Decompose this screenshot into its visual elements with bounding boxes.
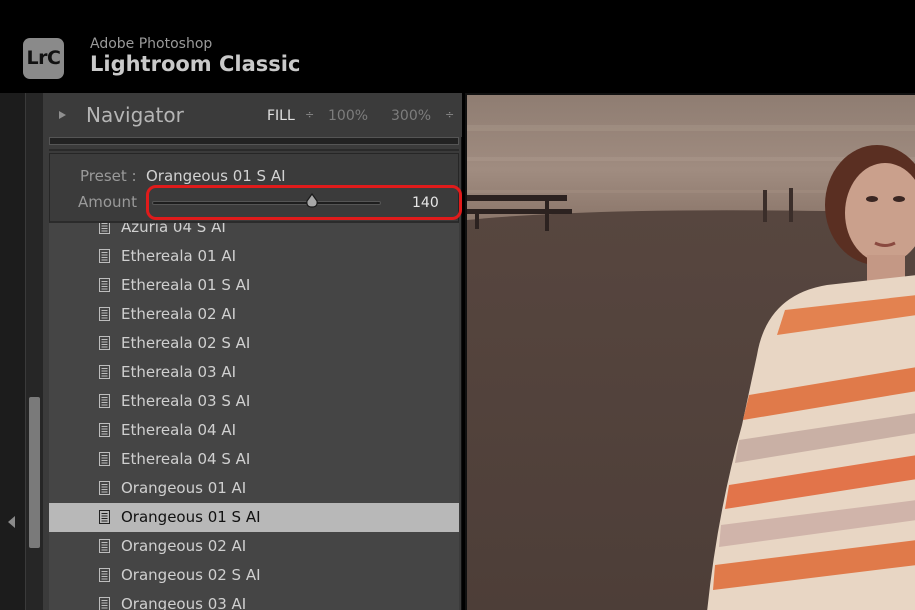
triangle-left-icon[interactable] (8, 516, 15, 528)
preset-item[interactable]: Orangeous 02 AI (49, 532, 459, 561)
preset-item-label: Orangeous 03 AI (121, 595, 247, 610)
preset-item[interactable]: Ethereala 01 AI (49, 242, 459, 271)
zoom-300-stepper-icon[interactable]: ÷ (445, 108, 454, 121)
preset-document-icon (99, 597, 110, 610)
preset-list: Azuria 04 S AI Ethereala 01 AI Ethereala 0… (49, 223, 459, 610)
preset-item[interactable]: Ethereala 03 S AI (49, 387, 459, 416)
left-panel-edge[interactable] (0, 93, 25, 610)
triangle-right-icon[interactable] (59, 111, 66, 119)
panel-divider (49, 149, 459, 151)
preset-item-label: Ethereala 02 AI (121, 305, 237, 323)
zoom-100-option[interactable]: 100% (328, 108, 368, 124)
preset-item-label: Orangeous 02 S AI (121, 566, 261, 584)
preset-item-label: Ethereala 04 AI (121, 421, 237, 439)
preset-item[interactable]: Orangeous 01 AI (49, 474, 459, 503)
preset-document-icon (99, 568, 110, 582)
panel-scrollbar-thumb[interactable] (29, 397, 40, 548)
preset-item[interactable]: Azuria 04 S AI (49, 223, 459, 242)
preset-document-icon (99, 307, 110, 321)
lrc-logo: LrC (23, 38, 64, 79)
preset-item[interactable]: Ethereala 02 S AI (49, 329, 459, 358)
zoom-fill-stepper-icon[interactable]: ÷ (305, 108, 314, 121)
photo-preview[interactable] (465, 93, 915, 610)
zoom-300-option[interactable]: 300% (391, 108, 431, 124)
navigator-header[interactable]: Navigator FILL ÷ 100% 300% ÷ (43, 93, 462, 137)
brand-lightroom-classic: Lightroom Classic (90, 52, 301, 76)
preset-item[interactable]: Orangeous 03 AI (49, 590, 459, 610)
preset-item-label: Orangeous 01 AI (121, 479, 247, 497)
preset-item[interactable]: Ethereala 04 AI (49, 416, 459, 445)
preset-document-icon (99, 452, 110, 466)
preset-document-icon (99, 249, 110, 263)
preset-label: Preset : (80, 167, 137, 185)
preset-item-label: Ethereala 04 S AI (121, 450, 251, 468)
preset-item-label: Orangeous 02 AI (121, 537, 247, 555)
preset-item-label: Ethereala 01 S AI (121, 276, 251, 294)
brand-adobe-photoshop: Adobe Photoshop (90, 36, 213, 52)
amount-label: Amount (78, 193, 137, 211)
preset-document-icon (99, 365, 110, 379)
preset-item-selected[interactable]: Orangeous 01 S AI (49, 503, 459, 532)
preset-item-label: Ethereala 02 S AI (121, 334, 251, 352)
preset-item[interactable]: Ethereala 02 AI (49, 300, 459, 329)
preset-item-label: Azuria 04 S AI (121, 223, 226, 236)
preset-item-label: Ethereala 03 AI (121, 363, 237, 381)
preset-document-icon (99, 336, 110, 350)
preset-document-icon (99, 423, 110, 437)
preset-document-icon (99, 394, 110, 408)
left-panel: Navigator FILL ÷ 100% 300% ÷ Preset : Or… (43, 93, 462, 610)
preset-item-label: Ethereala 03 S AI (121, 392, 251, 410)
preset-document-icon (99, 278, 110, 292)
preset-document-icon (99, 223, 110, 234)
preset-item[interactable]: Ethereala 04 S AI (49, 445, 459, 474)
preset-document-icon (99, 539, 110, 553)
preset-item-label: Orangeous 01 S AI (121, 508, 261, 526)
preset-document-icon (99, 510, 110, 524)
preset-amount-section: Preset : Orangeous 01 S AI Amount 140 (49, 153, 462, 223)
preset-item[interactable]: Ethereala 01 S AI (49, 271, 459, 300)
preset-item[interactable]: Orangeous 02 S AI (49, 561, 459, 590)
photo-image (467, 95, 915, 610)
preset-item[interactable]: Ethereala 03 AI (49, 358, 459, 387)
app-header: LrC Adobe Photoshop Lightroom Classic (0, 0, 915, 93)
preset-document-icon (99, 481, 110, 495)
preset-item-label: Ethereala 01 AI (121, 247, 237, 265)
navigator-title[interactable]: Navigator (86, 103, 184, 127)
zoom-fill-option[interactable]: FILL (267, 108, 295, 124)
preset-value: Orangeous 01 S AI (146, 167, 286, 185)
navigator-preview[interactable] (49, 137, 459, 145)
amount-highlight-annotation (146, 185, 462, 220)
